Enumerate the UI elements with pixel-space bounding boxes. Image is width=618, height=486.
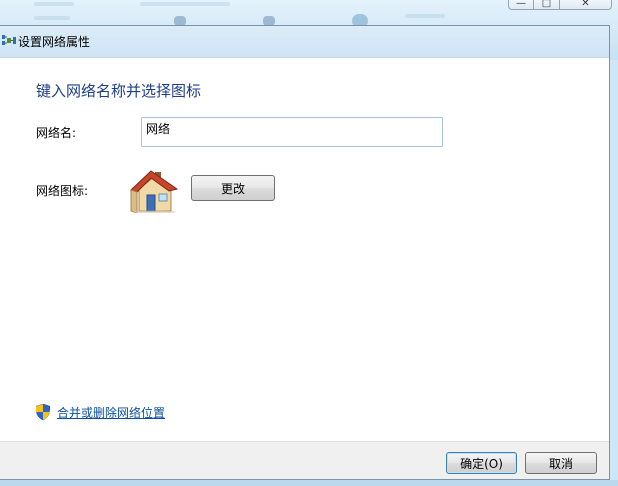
network-name-input[interactable] bbox=[141, 117, 443, 147]
dialog-title: 设置网络属性 bbox=[18, 35, 91, 49]
dialog-titlebar[interactable]: 设置网络属性 bbox=[0, 26, 609, 58]
background-blur bbox=[34, 2, 74, 6]
minimize-icon: — bbox=[508, 0, 534, 10]
cancel-button[interactable]: 取消 bbox=[525, 452, 597, 474]
ok-button[interactable]: 确定(O) bbox=[446, 452, 517, 474]
network-icon-label: 网络图标: bbox=[36, 184, 89, 198]
dialog-content: 键入网络名称并选择图标 网络名: 网络图标: 更改 合并或删除网络位置 bbox=[0, 58, 609, 441]
background-caption-buttons: — □ ✕ bbox=[508, 0, 612, 10]
house-icon bbox=[130, 170, 179, 213]
background-blur bbox=[140, 2, 230, 6]
dialog-footer: 确定(O) 取消 bbox=[0, 441, 609, 479]
merge-delete-locations-link[interactable]: 合并或删除网络位置 bbox=[57, 404, 165, 421]
network-icon bbox=[2, 35, 16, 45]
change-icon-button[interactable]: 更改 bbox=[191, 175, 275, 201]
shield-icon bbox=[36, 404, 50, 420]
background-blur bbox=[34, 16, 70, 20]
maximize-icon: □ bbox=[534, 0, 560, 10]
network-properties-dialog: 设置网络属性 键入网络名称并选择图标 网络名: 网络图标: 更改 合并或删除网络… bbox=[0, 25, 610, 480]
background-blur bbox=[405, 14, 445, 18]
close-icon: ✕ bbox=[560, 0, 612, 10]
network-name-label: 网络名: bbox=[36, 126, 77, 140]
page-heading: 键入网络名称并选择图标 bbox=[36, 82, 202, 100]
background-bottom bbox=[0, 480, 618, 486]
